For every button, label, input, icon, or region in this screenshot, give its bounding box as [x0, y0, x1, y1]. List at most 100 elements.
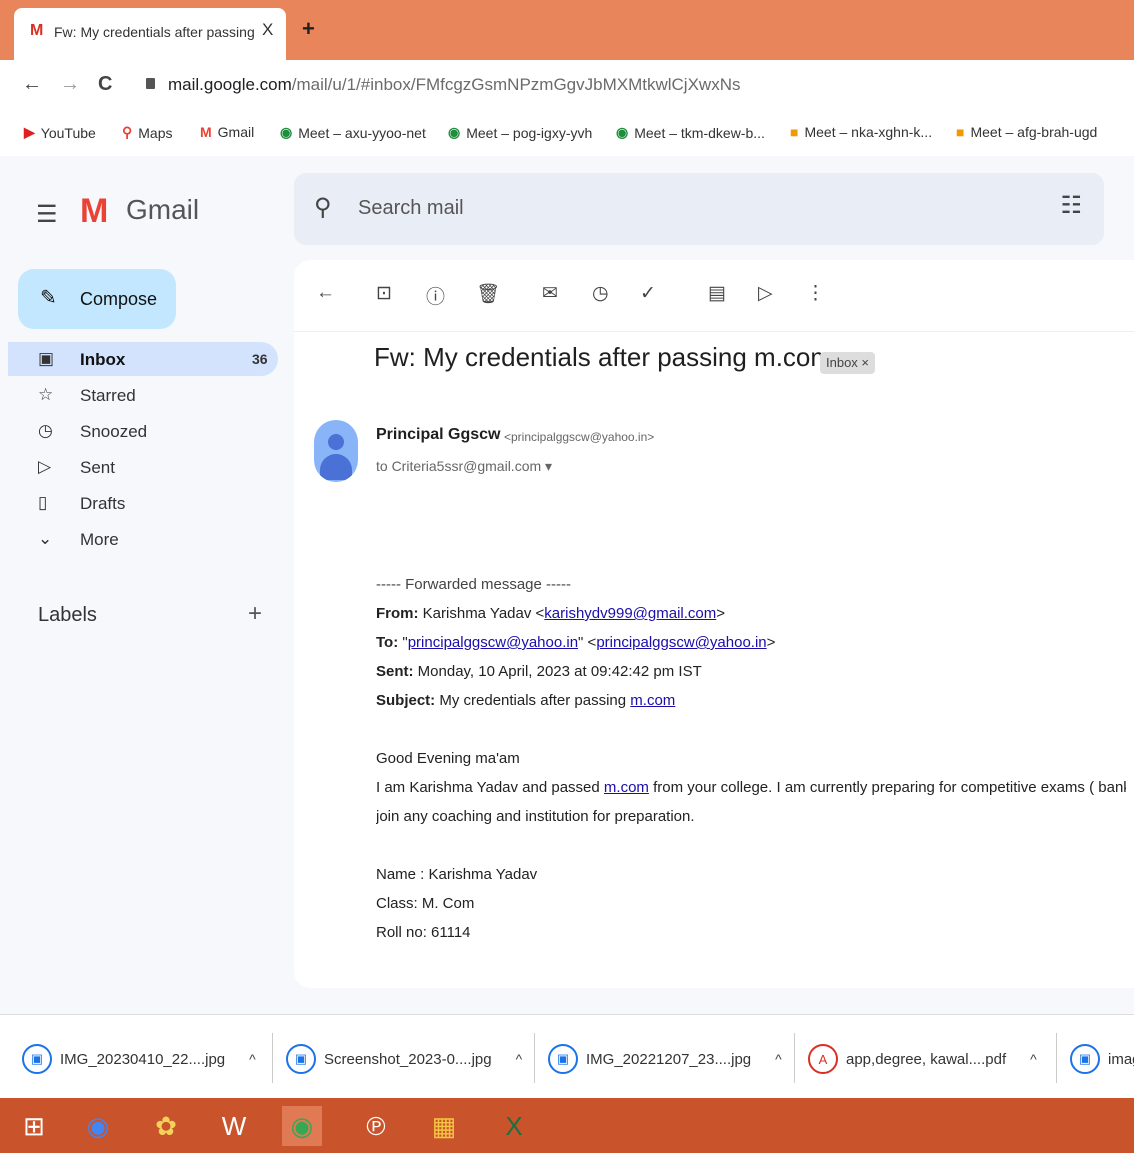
browser-tab[interactable]: M Fw: My credentials after passing X	[14, 8, 286, 60]
browser-tab-strip: M Fw: My credentials after passing X +	[0, 0, 1134, 60]
reload-icon[interactable]: C	[98, 73, 112, 96]
bookmark-youtube[interactable]: ▶ YouTube	[24, 124, 96, 141]
greeting: Good Evening ma'am	[376, 750, 520, 767]
archive-icon[interactable]: ⊡	[376, 282, 392, 305]
sidebar-item-snoozed[interactable]: ◷ Snoozed	[8, 414, 278, 448]
sidebar-item-starred[interactable]: ☆ Starred	[8, 378, 278, 412]
message-toolbar: ← ⊡ ⓘ 🗑 ✉ ◷ ✓ ▤ ▷ ⋮	[294, 260, 1134, 332]
report-spam-icon[interactable]: ⓘ	[426, 282, 445, 309]
pinterest-icon[interactable]: ℗	[356, 1106, 396, 1146]
body-link[interactable]: m.com	[604, 779, 649, 796]
more-options-icon[interactable]: ⋮	[806, 282, 825, 305]
address-bar[interactable]: mail.google.com/mail/u/1/#inbox/FMfcgzGs…	[168, 75, 740, 95]
excel-icon[interactable]: X	[494, 1106, 534, 1146]
to-mid: " <	[578, 634, 597, 651]
paint-icon[interactable]: ✿	[146, 1106, 186, 1146]
search-icon[interactable]: ⚲	[314, 193, 332, 222]
meet-icon: ■	[956, 124, 965, 140]
add-label-button[interactable]: +	[248, 600, 262, 628]
search-input[interactable]	[358, 193, 958, 223]
sender-name[interactable]: Principal Ggscw	[376, 426, 500, 444]
url-path: /mail/u/1/#inbox/FMfcgzGsmNPzmGgvJbMXMtk…	[291, 75, 741, 94]
chevron-up-icon[interactable]: ^	[249, 1051, 256, 1067]
compose-label: Compose	[80, 289, 158, 309]
bookmark-label: Meet – pog-igxy-yvh	[466, 124, 593, 141]
bookmark-meet-2[interactable]: ◉ Meet – pog-igxy-yvh	[448, 124, 592, 141]
class-line: Class: M. Com	[376, 895, 475, 912]
recipient-details[interactable]: to Criteria5ssr@gmail.com ▾	[376, 458, 552, 475]
gmail-icon: M	[200, 124, 212, 140]
bookmark-meet-5[interactable]: ■ Meet – afg-brah-ugd	[956, 124, 1097, 140]
bookmark-maps[interactable]: ⚲ Maps	[122, 124, 173, 141]
meet-icon: ◉	[280, 124, 293, 140]
download-item[interactable]: ▣ imag	[1070, 1039, 1134, 1079]
avatar-body-icon	[320, 454, 352, 480]
to-email-link[interactable]: principalggscw@yahoo.in	[408, 634, 578, 651]
download-item[interactable]: ▣ IMG_20221207_23....jpg ^	[548, 1039, 782, 1079]
forward-icon[interactable]: →	[60, 73, 80, 96]
from-label: From:	[376, 605, 419, 622]
sidebar-item-label: Starred	[80, 386, 136, 405]
sidebar-item-sent[interactable]: ▷ Sent	[8, 450, 278, 484]
delete-icon[interactable]: 🗑	[476, 282, 500, 306]
search-options-icon[interactable]: ☷	[1060, 191, 1082, 220]
roll-line: Roll no: 61114	[376, 924, 471, 941]
meet-icon: ■	[790, 124, 799, 140]
subject-link[interactable]: m.com	[630, 692, 675, 709]
file-explorer-icon[interactable]: ▦	[424, 1106, 464, 1146]
subject-value: My credentials after passing	[439, 692, 627, 709]
bookmark-label: Meet – nka-xghn-k...	[804, 124, 933, 140]
tab-close-icon[interactable]: X	[262, 20, 273, 40]
chrome-active-icon[interactable]: ◉	[282, 1106, 322, 1146]
bookmark-gmail[interactable]: M Gmail	[200, 124, 254, 140]
inbox-label-chip[interactable]: Inbox ×	[820, 352, 876, 374]
inbox-icon: ▣	[38, 349, 55, 368]
bookmark-meet-1[interactable]: ◉ Meet – axu-yyoo-net	[280, 124, 426, 141]
download-item[interactable]: ▣ Screenshot_2023-0....jpg ^	[286, 1039, 522, 1079]
windows-start-icon[interactable]: ⊞	[14, 1106, 54, 1146]
sidebar-item-inbox[interactable]: ▣ Inbox 36	[8, 342, 278, 376]
download-filename: IMG_20230410_22....jpg	[60, 1050, 226, 1068]
back-icon[interactable]: ←	[22, 73, 42, 96]
chevron-up-icon[interactable]: ^	[1030, 1051, 1037, 1067]
chevron-up-icon[interactable]: ^	[516, 1051, 523, 1067]
download-item[interactable]: Aapp,degree, kawal....pdf ^	[808, 1039, 1037, 1079]
body-text: I am Karishma Yadav and passed	[376, 779, 600, 796]
move-to-icon[interactable]: ▤	[708, 282, 726, 305]
browser-toolbar: ← → C mail.google.com/mail/u/1/#inbox/FM…	[0, 60, 1134, 112]
chevron-up-icon[interactable]: ^	[775, 1051, 782, 1067]
gmail-logo-icon[interactable]: M	[80, 192, 108, 231]
divider	[1056, 1033, 1057, 1083]
bookmarks-bar: ▶ YouTube ⚲ Maps M Gmail ◉ Meet – axu-yyoo-n…	[0, 112, 1134, 156]
mark-unread-icon[interactable]: ✉	[542, 282, 558, 305]
pdf-file-icon: A	[808, 1044, 838, 1074]
back-to-inbox-icon[interactable]: ←	[316, 282, 335, 304]
image-file-icon: ▣	[22, 1044, 52, 1074]
word-icon[interactable]: W	[214, 1106, 254, 1146]
message-panel: ← ⊡ ⓘ 🗑 ✉ ◷ ✓ ▤ ▷ ⋮ Fw: My credentials a…	[294, 260, 1134, 988]
label-icon[interactable]: ▷	[758, 282, 773, 305]
sent-line: Sent: Monday, 10 April, 2023 at 09:42:42…	[376, 657, 1126, 686]
chrome-icon[interactable]: ◉	[78, 1106, 118, 1146]
add-task-icon[interactable]: ✓	[640, 282, 656, 305]
to-email-link-2[interactable]: principalggscw@yahoo.in	[596, 634, 766, 651]
avatar[interactable]	[314, 420, 358, 482]
sent-value: Monday, 10 April, 2023 at 09:42:42 pm IS…	[417, 663, 702, 680]
body-line-1: I am Karishma Yadav and passed m.com fro…	[376, 773, 1126, 802]
download-item[interactable]: ▣ IMG_20230410_22....jpg ^	[22, 1039, 256, 1079]
from-email-link[interactable]: karishydv999@gmail.com	[544, 605, 716, 622]
search-bar: ⚲ ☷	[294, 173, 1104, 245]
compose-button[interactable]: ✎ Compose	[18, 269, 176, 329]
new-tab-button[interactable]: +	[302, 16, 315, 42]
main-menu-icon[interactable]: ☰	[36, 200, 58, 229]
bookmark-meet-4[interactable]: ■ Meet – nka-xghn-k...	[790, 124, 932, 140]
gmail-logo-text[interactable]: Gmail	[126, 194, 199, 226]
gmail-favicon-icon: M	[30, 22, 44, 39]
bookmark-meet-3[interactable]: ◉ Meet – tkm-dkew-b...	[616, 124, 765, 141]
sidebar-item-drafts[interactable]: ▯ Drafts	[8, 486, 278, 520]
lock-icon[interactable]	[146, 78, 155, 89]
bookmark-label: Meet – axu-yyoo-net	[298, 124, 426, 141]
snooze-icon[interactable]: ◷	[592, 282, 609, 305]
sidebar-item-more[interactable]: ⌄ More	[8, 522, 278, 556]
